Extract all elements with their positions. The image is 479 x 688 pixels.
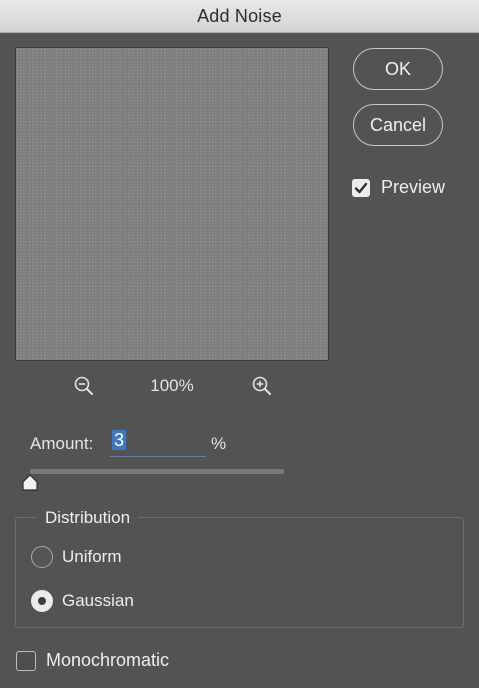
- monochromatic-checkbox[interactable]: [16, 650, 36, 671]
- title-bar: Add Noise: [0, 0, 479, 33]
- amount-slider-thumb[interactable]: [21, 474, 39, 492]
- dialog-title: Add Noise: [197, 5, 282, 26]
- gaussian-radio-row[interactable]: Gaussian: [31, 590, 134, 612]
- gaussian-radio[interactable]: [31, 590, 53, 612]
- amount-unit-label: %: [211, 434, 227, 453]
- gaussian-label: Gaussian: [62, 591, 134, 610]
- amount-slider-track[interactable]: [30, 469, 284, 474]
- zoom-out-icon[interactable]: [72, 374, 96, 398]
- monochromatic-label: Monochromatic: [46, 650, 170, 670]
- uniform-label: Uniform: [62, 547, 122, 566]
- amount-value: 3: [112, 430, 127, 450]
- preview-checkbox-row[interactable]: Preview: [352, 177, 445, 198]
- amount-label: Amount:: [30, 434, 94, 453]
- monochromatic-checkbox-row[interactable]: Monochromatic: [16, 650, 169, 671]
- cancel-button[interactable]: Cancel: [353, 104, 443, 146]
- uniform-radio[interactable]: [31, 546, 53, 568]
- distribution-title: Distribution: [37, 508, 139, 528]
- amount-input[interactable]: 3: [110, 430, 206, 457]
- noise-preview-image[interactable]: [15, 47, 329, 361]
- checkmark-icon: [354, 182, 368, 193]
- preview-label: Preview: [381, 177, 446, 197]
- ok-button[interactable]: OK: [353, 48, 443, 90]
- radio-selected-dot: [38, 597, 46, 605]
- uniform-radio-row[interactable]: Uniform: [31, 546, 122, 568]
- zoom-in-icon[interactable]: [250, 374, 274, 398]
- preview-checkbox[interactable]: [352, 178, 370, 197]
- add-noise-dialog: Add Noise OK Cancel Preview 100% Amount:…: [0, 0, 479, 688]
- zoom-level-readout: 100%: [150, 376, 194, 395]
